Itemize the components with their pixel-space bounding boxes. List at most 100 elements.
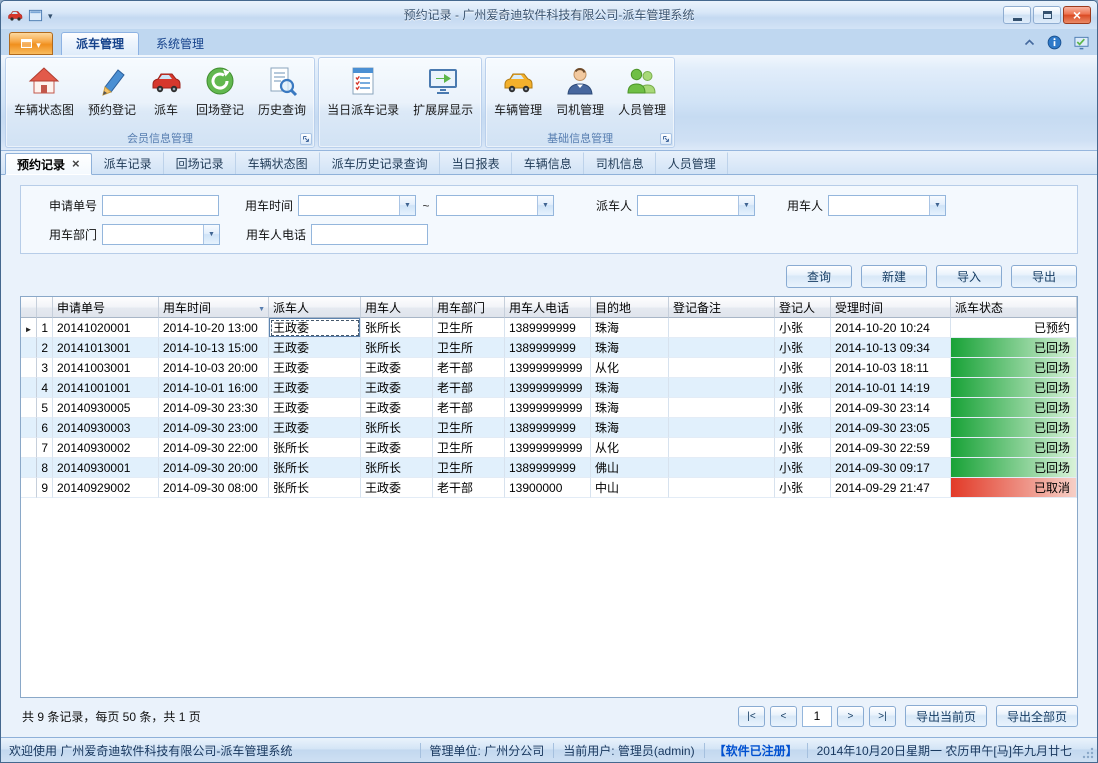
info-icon[interactable] xyxy=(1047,35,1062,50)
ribbon-button-return-register[interactable]: 回场登记 xyxy=(189,59,251,132)
cell-dispatcher[interactable]: 王政委 xyxy=(269,398,361,418)
cell-phone[interactable]: 13999999999 xyxy=(505,378,591,398)
table-row[interactable]: 4201410010012014-10-01 16:00王政委王政委老干部139… xyxy=(21,378,1077,398)
cell-remark[interactable] xyxy=(669,398,775,418)
table-row[interactable]: 6201409300032014-09-30 23:00王政委张所长卫生所138… xyxy=(21,418,1077,438)
row-indicator[interactable] xyxy=(21,358,37,378)
cell-use-time[interactable]: 2014-09-30 08:00 xyxy=(159,478,269,498)
pager-prev-button[interactable]: < xyxy=(770,706,797,727)
row-number[interactable]: 2 xyxy=(37,338,53,358)
cell-destination[interactable]: 珠海 xyxy=(591,418,669,438)
cell-user[interactable]: 王政委 xyxy=(361,438,433,458)
cell-remark[interactable] xyxy=(669,318,775,338)
cell-registrar[interactable]: 小张 xyxy=(775,458,831,478)
cell-registrar[interactable]: 小张 xyxy=(775,478,831,498)
cell-dispatcher[interactable]: 张所长 xyxy=(269,458,361,478)
cell-accept-time[interactable]: 2014-09-29 21:47 xyxy=(831,478,951,498)
application-menu-button[interactable] xyxy=(9,32,53,55)
cell-status[interactable]: 已回场 xyxy=(951,418,1077,438)
ribbon-tab-system-mgmt[interactable]: 系统管理 xyxy=(141,32,219,55)
cell-user[interactable]: 张所长 xyxy=(361,458,433,478)
column-header-use-time[interactable]: 用车时间 xyxy=(159,297,269,318)
ribbon-button-personnel-mgmt[interactable]: 人员管理 xyxy=(611,59,673,132)
ribbon-button-driver-mgmt[interactable]: 司机管理 xyxy=(549,59,611,132)
cell-destination[interactable]: 佛山 xyxy=(591,458,669,478)
cell-dept[interactable]: 老干部 xyxy=(433,478,505,498)
cell-phone[interactable]: 13999999999 xyxy=(505,438,591,458)
close-tab-icon[interactable] xyxy=(72,157,80,171)
column-header-registrar[interactable]: 登记人 xyxy=(775,297,831,318)
cell-phone[interactable]: 1389999999 xyxy=(505,318,591,338)
export-all-pages-button[interactable]: 导出全部页 xyxy=(996,705,1078,727)
export-current-page-button[interactable]: 导出当前页 xyxy=(905,705,987,727)
cell-accept-time[interactable]: 2014-09-30 23:05 xyxy=(831,418,951,438)
cell-dept[interactable]: 卫生所 xyxy=(433,338,505,358)
cell-use-time[interactable]: 2014-09-30 20:00 xyxy=(159,458,269,478)
cell-remark[interactable] xyxy=(669,478,775,498)
cell-user[interactable]: 王政委 xyxy=(361,398,433,418)
cell-status[interactable]: 已取消 xyxy=(951,478,1077,498)
cell-accept-time[interactable]: 2014-10-01 14:19 xyxy=(831,378,951,398)
table-row[interactable]: 3201410030012014-10-03 20:00王政委王政委老干部139… xyxy=(21,358,1077,378)
row-number[interactable]: 6 xyxy=(37,418,53,438)
cell-dept[interactable]: 卫生所 xyxy=(433,318,505,338)
doc-tab-vehicle-info[interactable]: 车辆信息 xyxy=(512,152,584,174)
cell-user[interactable]: 王政委 xyxy=(361,358,433,378)
table-row[interactable]: 9201409290022014-09-30 08:00张所长王政委老干部139… xyxy=(21,478,1077,498)
doc-tab-reservation-records[interactable]: 预约记录 xyxy=(5,153,92,175)
cell-phone[interactable]: 1389999999 xyxy=(505,418,591,438)
cell-phone[interactable]: 1389999999 xyxy=(505,338,591,358)
ribbon-button-today-dispatch-records[interactable]: 当日派车记录 xyxy=(320,59,406,132)
cell-destination[interactable]: 珠海 xyxy=(591,318,669,338)
dialog-launcher-icon[interactable] xyxy=(300,133,312,145)
new-button[interactable]: 新建 xyxy=(861,265,927,288)
pager-first-button[interactable]: |< xyxy=(738,706,765,727)
cell-registrar[interactable]: 小张 xyxy=(775,398,831,418)
cell-order-no[interactable]: 20141003001 xyxy=(53,358,159,378)
cell-accept-time[interactable]: 2014-09-30 22:59 xyxy=(831,438,951,458)
chevron-down-icon[interactable] xyxy=(738,196,754,215)
cell-remark[interactable] xyxy=(669,458,775,478)
order-no-input[interactable] xyxy=(102,195,219,216)
row-indicator[interactable] xyxy=(21,438,37,458)
cell-dept[interactable]: 老干部 xyxy=(433,398,505,418)
cell-status[interactable]: 已回场 xyxy=(951,398,1077,418)
cell-dispatcher[interactable]: 王政委 xyxy=(269,378,361,398)
ribbon-button-reserve-register[interactable]: 预约登记 xyxy=(81,59,143,132)
filter-dropdown-icon[interactable] xyxy=(258,297,265,318)
doc-tab-dispatch-history-query[interactable]: 派车历史记录查询 xyxy=(320,152,440,174)
cell-order-no[interactable]: 20141013001 xyxy=(53,338,159,358)
table-row[interactable]: 2201410130012014-10-13 15:00王政委张所长卫生所138… xyxy=(21,338,1077,358)
row-indicator[interactable] xyxy=(21,318,37,338)
pager-next-button[interactable]: > xyxy=(837,706,864,727)
cell-remark[interactable] xyxy=(669,358,775,378)
pager-last-button[interactable]: >| xyxy=(869,706,896,727)
cell-order-no[interactable]: 20140930002 xyxy=(53,438,159,458)
cell-phone[interactable]: 1389999999 xyxy=(505,458,591,478)
cell-status[interactable]: 已回场 xyxy=(951,378,1077,398)
ribbon-tab-dispatch-mgmt[interactable]: 派车管理 xyxy=(61,32,139,55)
collapse-ribbon-icon[interactable] xyxy=(1024,39,1035,46)
cell-order-no[interactable]: 20140930001 xyxy=(53,458,159,478)
cell-remark[interactable] xyxy=(669,378,775,398)
cell-accept-time[interactable]: 2014-09-30 09:17 xyxy=(831,458,951,478)
row-number[interactable]: 5 xyxy=(37,398,53,418)
cell-use-time[interactable]: 2014-10-03 20:00 xyxy=(159,358,269,378)
column-header-user[interactable]: 用车人 xyxy=(361,297,433,318)
cell-phone[interactable]: 13999999999 xyxy=(505,358,591,378)
row-indicator[interactable] xyxy=(21,418,37,438)
cell-order-no[interactable]: 20140930003 xyxy=(53,418,159,438)
resize-grip[interactable] xyxy=(1081,746,1094,759)
cell-dispatcher[interactable]: 王政委 xyxy=(269,418,361,438)
cell-dept[interactable]: 老干部 xyxy=(433,378,505,398)
cell-registrar[interactable]: 小张 xyxy=(775,358,831,378)
column-header-status[interactable]: 派车状态 xyxy=(951,297,1077,318)
ribbon-button-history-query[interactable]: 历史查询 xyxy=(251,59,313,132)
cell-destination[interactable]: 从化 xyxy=(591,438,669,458)
column-header-order-no[interactable]: 申请单号 xyxy=(53,297,159,318)
display-settings-icon[interactable] xyxy=(1074,35,1089,50)
cell-registrar[interactable]: 小张 xyxy=(775,338,831,358)
row-indicator[interactable] xyxy=(21,458,37,478)
doc-tab-vehicle-status-map[interactable]: 车辆状态图 xyxy=(236,152,320,174)
cell-phone[interactable]: 13900000 xyxy=(505,478,591,498)
